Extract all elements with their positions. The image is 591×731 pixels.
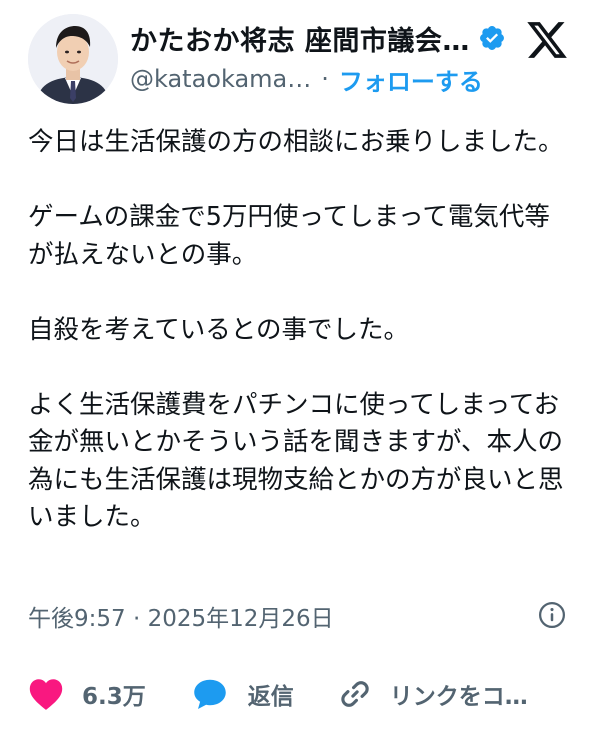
info-icon[interactable] — [537, 600, 567, 630]
heart-icon — [29, 679, 63, 710]
copy-link-label: リンクをコ… — [389, 684, 528, 710]
reply-label: 返信 — [247, 684, 294, 710]
copy-link-button[interactable]: リンクをコ… — [338, 677, 528, 711]
author-display-name[interactable]: かたおか将志 座間市議会… — [130, 19, 470, 58]
avatar-photo — [28, 14, 118, 104]
tweet-timestamp[interactable]: 午後9:57 · 2025年12月26日 — [28, 599, 334, 633]
x-logo-icon[interactable] — [525, 18, 569, 62]
like-count: 6.3万 — [82, 684, 146, 710]
avatar[interactable] — [28, 14, 118, 104]
like-button[interactable]: 6.3万 — [28, 677, 146, 711]
separator-dot: · — [321, 65, 329, 93]
author-handle[interactable]: @kataokama… — [130, 65, 311, 93]
tweet-meta: 午後9:57 · 2025年12月26日 — [28, 598, 568, 634]
reply-button[interactable]: 返信 — [192, 677, 294, 711]
follow-button[interactable]: フォローする — [339, 62, 483, 97]
author-name-row: かたおか将志 座間市議会… — [130, 18, 506, 58]
reply-bubble-icon — [194, 679, 226, 709]
action-bar: 6.3万 返信 リンクをコ… — [28, 671, 528, 717]
handle-row: @kataokama… · フォローする — [130, 62, 483, 96]
tweet-text: 今日は生活保護の方の相談にお乗りしました。 ゲームの課金で5万円使ってしまって電… — [28, 127, 564, 532]
link-icon — [341, 681, 369, 707]
tweet-card: かたおか将志 座間市議会… @kataokama… · フォローする 今日は生活… — [0, 0, 591, 731]
verified-badge-icon — [478, 24, 506, 52]
